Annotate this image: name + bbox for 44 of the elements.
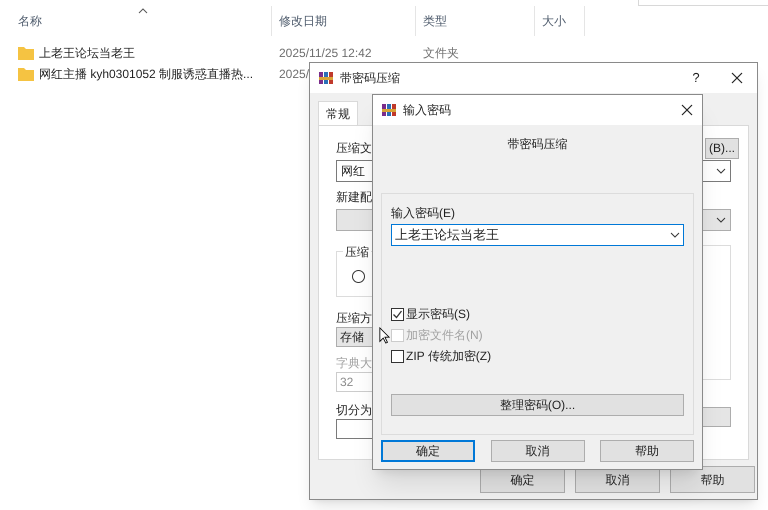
date-cell: 2025/ <box>279 66 310 80</box>
dialog-button[interactable]: 帮助 <box>670 466 755 493</box>
tab[interactable]: 常规 <box>318 101 358 125</box>
date-cell: 2025/11/25 12:42 <box>279 46 372 60</box>
dialog-button[interactable]: 确定 <box>381 440 475 462</box>
field-label: 字典大 <box>336 355 372 372</box>
dialog-heading: 带密码压缩 <box>508 136 568 153</box>
checkbox[interactable] <box>391 350 404 362</box>
checkbox-label: ZIP 传统加密(Z) <box>406 348 492 365</box>
column-header[interactable]: 名称 <box>18 12 42 30</box>
file-name[interactable]: 上老王论坛当老王 <box>39 44 135 62</box>
field-label: 压缩文 <box>336 140 372 157</box>
field-label: 新建配 <box>336 189 373 206</box>
chevron-down-icon <box>716 217 726 223</box>
organize-passwords-button[interactable]: 整理密码(O)... <box>391 394 684 416</box>
dialog-button[interactable]: 取消 <box>490 440 584 462</box>
password-combobox[interactable]: 上老王论坛当老王 <box>391 224 684 246</box>
column-header[interactable]: 类型 <box>423 12 447 30</box>
checkbox-label: 显示密码(S) <box>406 306 470 323</box>
checkbox[interactable] <box>391 308 404 320</box>
sort-caret-icon <box>138 8 148 14</box>
checkbox-label: 加密文件名(N) <box>406 327 483 344</box>
field-label: 输入密码(E) <box>391 205 456 222</box>
close-icon[interactable] <box>681 104 693 116</box>
books-icon <box>381 102 397 118</box>
folder-icon <box>18 46 34 60</box>
type-cell: 文件夹 <box>423 46 459 60</box>
window-title: 带密码压缩 <box>340 70 401 87</box>
file-name[interactable]: 网红主播 kyh0301052 制服诱惑直播热... <box>39 64 254 82</box>
folder-icon <box>18 66 34 80</box>
window-title: 输入密码 <box>403 102 452 119</box>
radio-button[interactable] <box>352 270 365 283</box>
dialog-button[interactable]: 帮助 <box>600 440 694 462</box>
browse-button[interactable]: (B)... <box>705 138 739 158</box>
field-label: 压缩方 <box>336 310 372 327</box>
books-icon <box>318 70 334 86</box>
column-header[interactable]: 大小 <box>542 12 566 30</box>
mouse-pointer-icon <box>379 327 390 344</box>
column-header[interactable]: 修改日期 <box>279 12 327 30</box>
field-label: 切分为 <box>336 402 372 419</box>
close-icon[interactable] <box>731 72 743 84</box>
chevron-down-icon <box>716 168 726 174</box>
chevron-down-icon <box>670 232 680 238</box>
help-button[interactable]: ? <box>681 68 711 88</box>
